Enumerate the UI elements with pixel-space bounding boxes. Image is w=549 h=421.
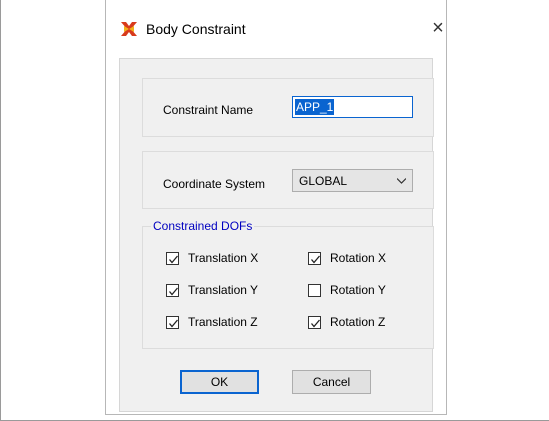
coordinate-system-value: GLOBAL: [299, 174, 348, 188]
rotation-x-label: Rotation X: [330, 251, 387, 265]
rotation-y-label: Rotation Y: [330, 283, 386, 297]
coordinate-system-select[interactable]: GLOBAL: [292, 169, 413, 192]
translation-z-checkbox[interactable]: Translation Z: [166, 315, 258, 329]
rotation-z-checkbox[interactable]: Rotation Z: [308, 315, 385, 329]
constrained-dofs-label: Constrained DOFs: [151, 219, 255, 233]
chevron-down-icon: [397, 178, 406, 184]
dialog-title: Body Constraint: [146, 21, 246, 37]
rotation-y-checkbox[interactable]: Rotation Y: [308, 283, 386, 297]
close-icon[interactable]: ×: [426, 16, 450, 40]
coordinate-system-group: Coordinate System GLOBAL: [142, 151, 434, 209]
translation-y-checkbox[interactable]: Translation Y: [166, 283, 258, 297]
checkbox-box[interactable]: [166, 315, 179, 329]
title-bar: Body Constraint ×: [106, 0, 446, 56]
checkbox-box[interactable]: [308, 315, 321, 329]
translation-z-label: Translation Z: [188, 315, 258, 329]
constraint-name-value: APP_1: [295, 99, 335, 115]
translation-y-label: Translation Y: [188, 283, 259, 297]
dialog-client-area: Constraint Name APP_1 Coordinate System …: [119, 58, 434, 412]
translation-x-checkbox[interactable]: Translation X: [166, 251, 258, 265]
checkbox-box[interactable]: [166, 251, 179, 265]
constrained-dofs-group: Constrained DOFs Translation X Translati…: [142, 219, 434, 349]
checkbox-box[interactable]: [308, 283, 321, 297]
cancel-button[interactable]: Cancel: [292, 370, 371, 394]
checkbox-box[interactable]: [166, 283, 179, 297]
constraint-name-group: Constraint Name APP_1: [142, 78, 434, 137]
translation-x-label: Translation X: [188, 251, 259, 265]
coordinate-system-label: Coordinate System: [163, 177, 266, 191]
constraint-name-input[interactable]: APP_1: [292, 96, 413, 118]
body-constraint-dialog: Body Constraint × Constraint Name APP_1 …: [105, 0, 447, 415]
app-icon: [121, 22, 137, 36]
rotation-x-checkbox[interactable]: Rotation X: [308, 251, 386, 265]
rotation-z-label: Rotation Z: [330, 315, 386, 329]
checkbox-box[interactable]: [308, 251, 321, 265]
ok-button[interactable]: OK: [180, 370, 259, 394]
constraint-name-label: Constraint Name: [163, 103, 254, 117]
